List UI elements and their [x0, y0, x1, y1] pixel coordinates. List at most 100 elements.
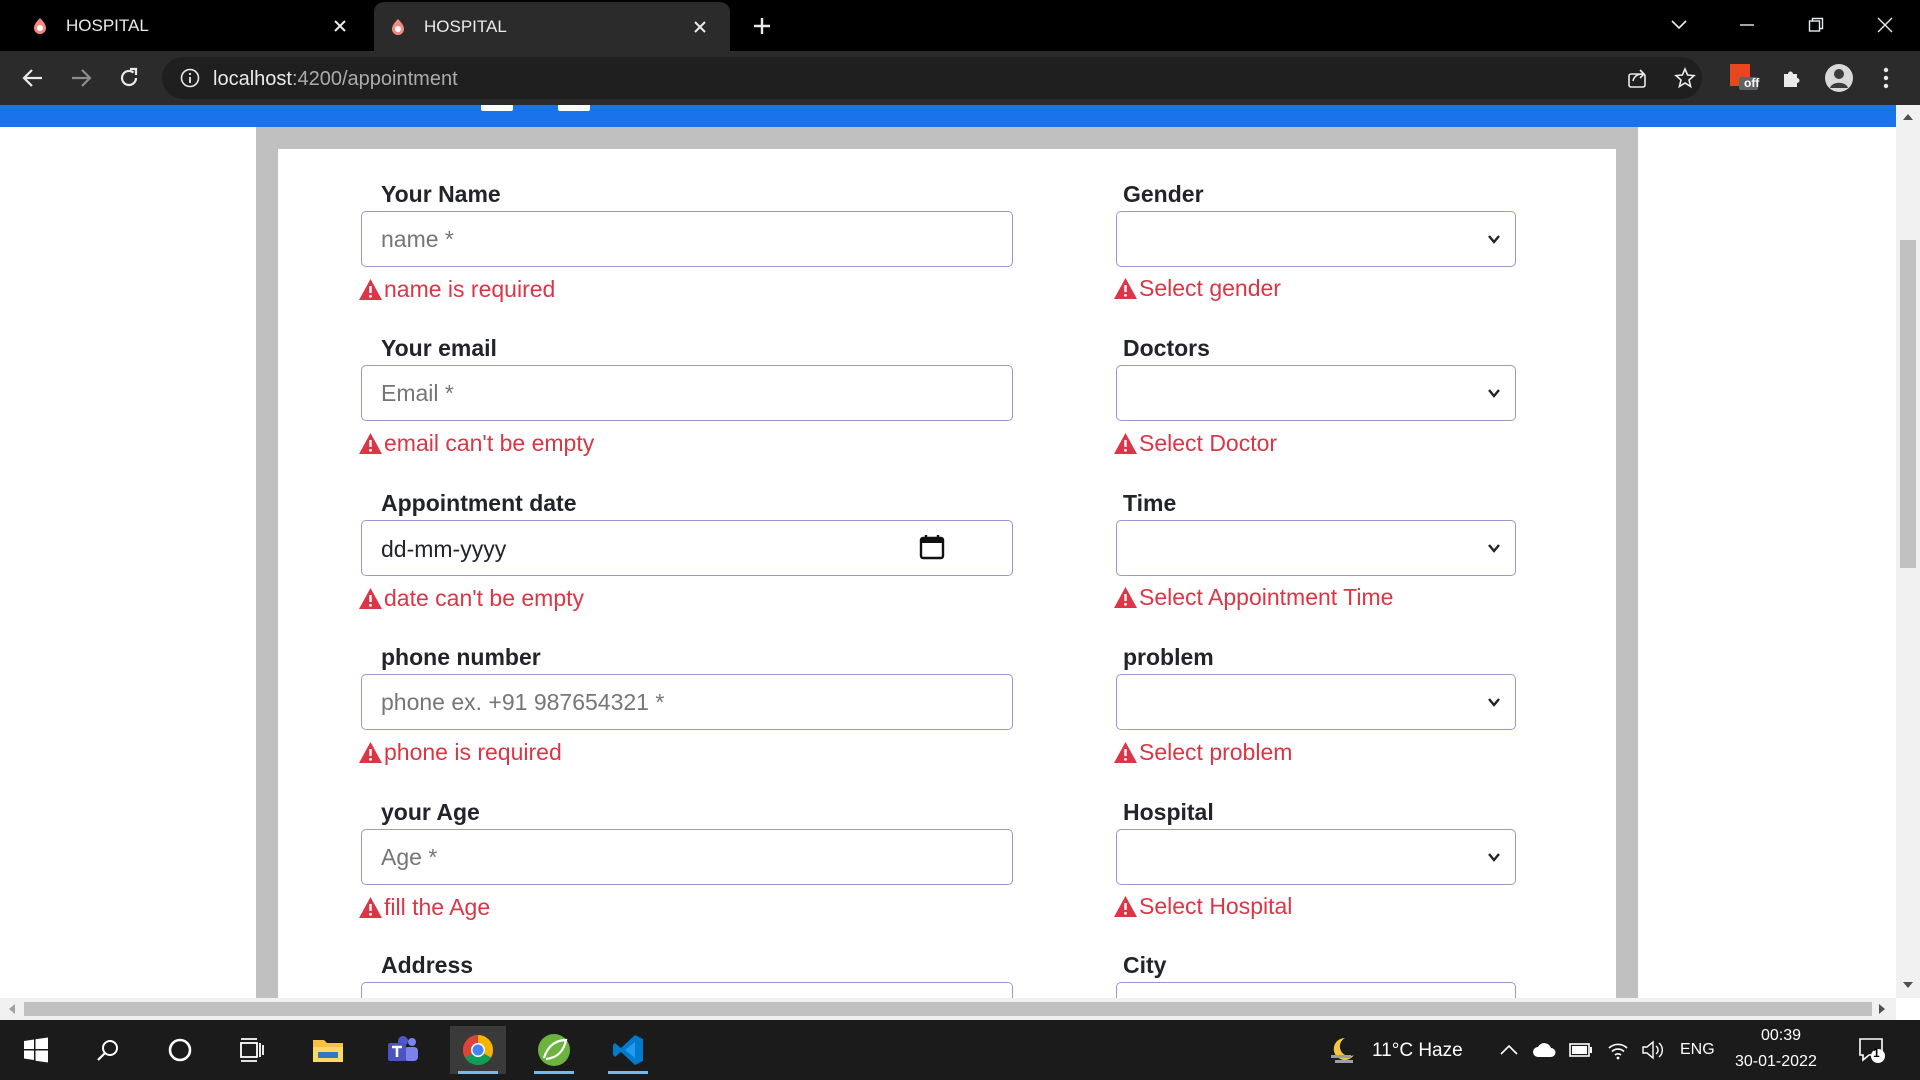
error-text: Select Doctor — [1139, 430, 1278, 456]
close-window-icon[interactable] — [1868, 8, 1902, 42]
scroll-left-arrow-icon[interactable] — [2, 999, 22, 1019]
vertical-scrollbar[interactable] — [1896, 105, 1920, 998]
email-error: email can't be empty — [358, 430, 594, 457]
doctors-label: Doctors — [1123, 335, 1210, 361]
cortana-circle-icon[interactable] — [152, 1026, 208, 1074]
address-label: Address — [381, 952, 474, 978]
active-app-indicator — [458, 1071, 498, 1074]
restore-window-icon[interactable] — [1799, 8, 1833, 42]
profile-avatar[interactable] — [1823, 62, 1855, 94]
scroll-right-arrow-icon[interactable] — [1872, 999, 1892, 1019]
error-text: Select problem — [1139, 739, 1293, 765]
name-input[interactable] — [361, 211, 1013, 267]
time-select[interactable] — [1116, 520, 1516, 576]
hospital-select[interactable] — [1116, 829, 1516, 885]
extensions-puzzle-icon[interactable] — [1775, 62, 1807, 94]
battery-icon[interactable] — [1569, 1038, 1593, 1062]
horizontal-scroll-thumb[interactable] — [24, 1002, 1872, 1016]
weather-text[interactable]: 11°C Haze — [1372, 1040, 1463, 1062]
gender-select[interactable] — [1116, 211, 1516, 267]
age-input[interactable] — [361, 829, 1013, 885]
windows-start-icon[interactable] — [8, 1026, 64, 1074]
file-explorer-icon[interactable] — [300, 1026, 356, 1074]
url-host: localhost — [213, 68, 292, 90]
appointment-date-input[interactable]: dd-mm-yyyy — [361, 520, 1013, 576]
error-text: date can't be empty — [384, 585, 585, 611]
language-indicator[interactable]: ENG — [1680, 1041, 1715, 1059]
show-hidden-icons-chevron-icon[interactable] — [1497, 1038, 1521, 1062]
warning-triangle-icon — [359, 742, 382, 763]
volume-icon[interactable] — [1641, 1038, 1665, 1062]
hospital-error: Select Hospital — [1113, 893, 1292, 920]
chevron-down-icon — [1488, 235, 1500, 244]
city-select[interactable] — [1116, 982, 1516, 998]
clock-time[interactable]: 00:39 — [1761, 1027, 1801, 1045]
share-icon[interactable] — [1625, 66, 1649, 90]
email-input[interactable] — [361, 365, 1013, 421]
error-text: Select Hospital — [1139, 893, 1293, 919]
chevron-down-icon — [1488, 389, 1500, 398]
notification-count: 1 — [1873, 1046, 1880, 1060]
name-error: name is required — [358, 276, 555, 303]
chevron-down-icon — [1488, 544, 1500, 553]
warning-triangle-icon — [359, 279, 382, 300]
chevron-down-icon — [1488, 853, 1500, 862]
address-bar[interactable]: localhost:4200/appointment — [162, 57, 1702, 99]
teams-icon[interactable] — [375, 1026, 431, 1074]
warning-triangle-icon — [1114, 742, 1137, 763]
error-text: email can't be empty — [384, 430, 595, 456]
calendar-icon[interactable] — [918, 533, 946, 561]
pdf-badge-text: off — [1744, 76, 1760, 90]
warning-triangle-icon — [359, 433, 382, 454]
bookmark-star-icon[interactable] — [1673, 66, 1697, 90]
notifications-icon[interactable]: 1 — [1857, 1035, 1887, 1065]
back-arrow-icon[interactable] — [16, 61, 50, 95]
tab-search-chevron-icon[interactable] — [1662, 8, 1696, 42]
search-icon[interactable] — [80, 1026, 136, 1074]
forward-arrow-icon[interactable] — [64, 61, 98, 95]
doctors-select[interactable] — [1116, 365, 1516, 421]
windows-taskbar: 11°C Haze ENG 00:39 30-01-2022 1 — [0, 1020, 1920, 1080]
vertical-scroll-thumb[interactable] — [1900, 240, 1916, 568]
close-tab-icon[interactable] — [330, 16, 350, 36]
warning-triangle-icon — [359, 588, 382, 609]
site-info-icon[interactable] — [180, 68, 200, 88]
chrome-taskbar-icon[interactable] — [450, 1026, 506, 1074]
browser-tab-1[interactable]: HOSPITAL — [0, 0, 370, 51]
task-view-icon[interactable] — [224, 1026, 280, 1074]
wifi-icon[interactable] — [1606, 1038, 1630, 1062]
hospital-favicon-icon — [388, 17, 408, 37]
tab-title: HOSPITAL — [424, 16, 507, 36]
onedrive-cloud-icon[interactable] — [1532, 1038, 1556, 1062]
age-label: your Age — [381, 799, 480, 825]
scroll-up-arrow-icon[interactable] — [1898, 107, 1918, 127]
browser-tab-strip: HOSPITAL HOSPITAL — [0, 0, 1920, 51]
time-error: Select Appointment Time — [1113, 584, 1393, 611]
browser-menu-kebab-icon[interactable] — [1870, 62, 1902, 94]
reload-icon[interactable] — [112, 61, 146, 95]
spring-tool-suite-icon[interactable] — [526, 1026, 582, 1074]
time-label: Time — [1123, 490, 1177, 516]
weather-moon-icon[interactable] — [1326, 1034, 1358, 1066]
problem-label: problem — [1123, 644, 1214, 670]
warning-triangle-icon — [1114, 587, 1137, 608]
pdf-extension-icon[interactable]: off — [1728, 62, 1760, 94]
appointment-date-label: Appointment date — [381, 490, 577, 516]
doctors-error: Select Doctor — [1113, 430, 1277, 457]
url-path: :4200/appointment — [291, 68, 458, 90]
warning-triangle-icon — [1114, 278, 1137, 299]
address-input[interactable] — [361, 982, 1013, 998]
clock-date[interactable]: 30-01-2022 — [1735, 1053, 1817, 1071]
age-error: fill the Age — [358, 894, 490, 921]
vscode-icon[interactable] — [600, 1026, 656, 1074]
new-tab-plus-icon[interactable] — [748, 12, 776, 40]
scroll-down-arrow-icon[interactable] — [1898, 975, 1918, 995]
horizontal-scrollbar[interactable] — [0, 998, 1896, 1020]
site-navbar-bottom-edge — [0, 105, 1896, 127]
problem-select[interactable] — [1116, 674, 1516, 730]
hospital-label: Hospital — [1123, 799, 1214, 825]
browser-tab-2-active[interactable]: HOSPITAL — [374, 2, 730, 51]
close-tab-icon[interactable] — [690, 17, 710, 37]
minimize-window-icon[interactable] — [1730, 8, 1764, 42]
phone-input[interactable] — [361, 674, 1013, 730]
